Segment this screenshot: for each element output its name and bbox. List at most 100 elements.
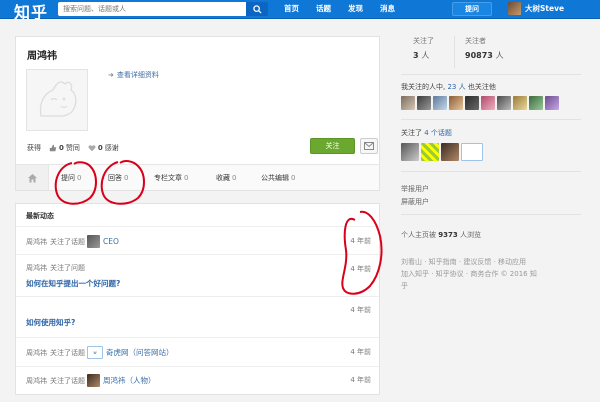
profile-tabs: 提问 0 回答 0 专栏文章 0 收藏 0 公共编辑 0 bbox=[16, 164, 379, 190]
actor[interactable]: 周鸿祎 bbox=[26, 348, 47, 358]
tab-count: 0 bbox=[77, 174, 82, 182]
nav-home[interactable]: 首页 bbox=[284, 3, 299, 14]
main-nav: 首页 话题 发现 消息 bbox=[284, 3, 412, 14]
avatar[interactable] bbox=[465, 96, 479, 110]
view-details-link[interactable]: ➜ 查看详细资料 bbox=[108, 70, 159, 80]
user-menu[interactable]: 大树Steve bbox=[508, 2, 564, 15]
tab-label: 提问 bbox=[61, 174, 75, 182]
tab-label: 回答 bbox=[108, 174, 122, 182]
unit-label: 人 bbox=[421, 51, 430, 60]
tab-public-edits[interactable]: 公共编辑 0 bbox=[261, 173, 295, 183]
following-label: 关注了 bbox=[413, 37, 434, 45]
search-box bbox=[58, 2, 248, 16]
thumb-up-icon bbox=[49, 144, 57, 152]
topic-avatars bbox=[401, 143, 485, 161]
views-suffix: 人浏览 bbox=[459, 231, 481, 239]
profile-name: 周鸿祎 bbox=[27, 51, 57, 62]
topic-avatar[interactable] bbox=[421, 143, 439, 161]
avatar[interactable] bbox=[401, 96, 415, 110]
unit-label: 人 bbox=[495, 51, 504, 60]
topic-avatar[interactable] bbox=[461, 143, 483, 161]
likes-count: 0 bbox=[59, 144, 64, 152]
followed-topics-text: 关注了 4 个话题 bbox=[401, 128, 452, 138]
avatar[interactable] bbox=[481, 96, 495, 110]
activity-item: 周鸿祎 关注了话题 w 奇虎网（问答网站） 4 年前 bbox=[26, 346, 371, 359]
envelope-icon bbox=[364, 142, 374, 150]
mutual-prefix: 我关注的人中, bbox=[401, 83, 446, 91]
divider bbox=[16, 337, 379, 338]
block-user-link[interactable]: 屏蔽用户 bbox=[401, 197, 429, 207]
activity-card: 最新动态 周鸿祎 关注了话题 CEO 4 年前 周鸿祎 关注了问题 4 年前 如… bbox=[15, 203, 380, 395]
divider bbox=[401, 171, 581, 172]
footer-line[interactable]: 加入知乎 · 知乎协议 · 商务合作 © 2016 知 bbox=[401, 268, 576, 280]
likes-stat: 0 赞同 bbox=[49, 143, 80, 153]
action: 关注了问题 bbox=[50, 264, 85, 272]
followers-stat[interactable]: 关注者 90873 人 bbox=[465, 36, 504, 61]
topic-avatar[interactable] bbox=[401, 143, 419, 161]
nav-explore[interactable]: 发现 bbox=[348, 3, 363, 14]
mutual-count-link[interactable]: 23 人 bbox=[447, 83, 465, 91]
ask-question-button[interactable]: 提问 bbox=[452, 2, 492, 16]
actor[interactable]: 周鸿祎 bbox=[26, 263, 47, 273]
thanks-count: 0 bbox=[97, 144, 103, 152]
timestamp[interactable]: 4 年前 bbox=[350, 375, 371, 385]
nav-topics[interactable]: 话题 bbox=[316, 3, 331, 14]
tab-columns[interactable]: 专栏文章 0 bbox=[154, 173, 188, 183]
topic-link[interactable]: 奇虎网（问答网站） bbox=[106, 347, 174, 358]
tab-count: 0 bbox=[124, 174, 129, 182]
mutual-suffix: 也关注他 bbox=[467, 83, 496, 91]
username: 大树Steve bbox=[525, 4, 565, 13]
activity-title: 最新动态 bbox=[26, 212, 54, 220]
topic-link[interactable]: 周鸿祎（人物） bbox=[103, 375, 156, 386]
profile-avatar bbox=[26, 69, 88, 131]
question-link[interactable]: 如何在知乎提出一个好问题? bbox=[26, 278, 371, 289]
profile-stats: 获得 0 赞同 0 感谢 bbox=[27, 143, 127, 153]
avatar[interactable] bbox=[513, 96, 527, 110]
tab-count: 0 bbox=[184, 174, 189, 182]
avatar[interactable] bbox=[417, 96, 431, 110]
divider bbox=[401, 119, 581, 120]
follow-button[interactable]: 关注 bbox=[310, 138, 355, 154]
footer-line[interactable]: 刘看山 · 知乎指南 · 建议反馈 · 移动应用 bbox=[401, 256, 576, 268]
tab-count: 0 bbox=[291, 174, 296, 182]
tab-home[interactable] bbox=[16, 165, 49, 190]
tab-label: 收藏 bbox=[216, 174, 230, 182]
views-count: 9373 bbox=[438, 231, 458, 239]
report-user-link[interactable]: 举报用户 bbox=[401, 184, 429, 194]
topic-avatar[interactable] bbox=[441, 143, 459, 161]
divider bbox=[16, 254, 379, 255]
actor[interactable]: 周鸿祎 bbox=[26, 237, 47, 247]
timestamp[interactable]: 4 年前 bbox=[350, 264, 371, 274]
actor[interactable]: 周鸿祎 bbox=[26, 376, 47, 386]
avatar[interactable] bbox=[545, 96, 559, 110]
tab-collections[interactable]: 收藏 0 bbox=[216, 173, 236, 183]
search-button[interactable] bbox=[246, 2, 268, 16]
heart-icon bbox=[88, 145, 96, 152]
divider bbox=[401, 74, 581, 75]
timestamp[interactable]: 4 年前 bbox=[350, 305, 371, 315]
thanks-stat: 0 感谢 bbox=[88, 143, 119, 153]
divider bbox=[454, 36, 455, 68]
send-message-button[interactable] bbox=[360, 138, 378, 154]
user-avatar bbox=[508, 2, 521, 15]
topics-count-link[interactable]: 4 个话题 bbox=[424, 129, 452, 137]
obtained-label: 获得 bbox=[27, 144, 41, 152]
avatar[interactable] bbox=[497, 96, 511, 110]
divider bbox=[16, 226, 379, 227]
profile-views: 个人主页被 9373 人浏览 bbox=[401, 230, 481, 240]
question-link[interactable]: 如何使用知乎? bbox=[26, 317, 371, 328]
tab-answers[interactable]: 回答 0 bbox=[108, 173, 128, 183]
tab-questions[interactable]: 提问 0 bbox=[61, 173, 81, 183]
topic-link[interactable]: CEO bbox=[103, 237, 119, 246]
nav-messages[interactable]: 消息 bbox=[380, 3, 395, 14]
following-stat[interactable]: 关注了 3 人 bbox=[413, 36, 434, 61]
timestamp[interactable]: 4 年前 bbox=[350, 236, 371, 246]
avatar[interactable] bbox=[433, 96, 447, 110]
search-input[interactable] bbox=[58, 2, 226, 16]
avatar[interactable] bbox=[529, 96, 543, 110]
zhihu-logo[interactable]: 知乎 bbox=[14, 0, 48, 23]
arrow-right-icon: ➜ bbox=[108, 71, 114, 79]
top-navbar: 知乎 首页 话题 发现 消息 提问 大树Steve bbox=[0, 0, 600, 22]
timestamp[interactable]: 4 年前 bbox=[350, 347, 371, 357]
avatar[interactable] bbox=[449, 96, 463, 110]
